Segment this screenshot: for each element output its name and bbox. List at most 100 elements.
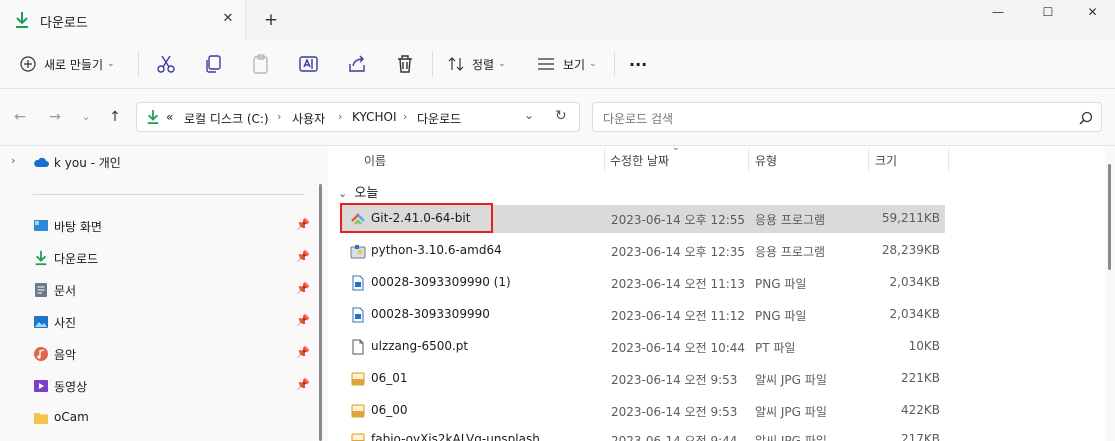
toolbar-divider (138, 52, 139, 76)
sidebar-item-label: k you - 개인 (54, 156, 121, 170)
file-type: 알씨 JPG 파일 (755, 373, 827, 387)
breadcrumb-user[interactable]: KYCHOI (352, 110, 397, 124)
delete-icon[interactable] (393, 52, 417, 76)
maximize-button[interactable]: ☐ (1025, 0, 1071, 26)
forward-arrow-icon[interactable]: → (45, 107, 65, 127)
recent-locations-chevron-icon[interactable]: ⌄ (76, 107, 96, 127)
group-label: 오늘 (354, 186, 379, 201)
breadcrumb-downloads[interactable]: 다운로드 (417, 110, 461, 127)
video-icon (34, 380, 48, 392)
jpg-file-icon (351, 433, 365, 441)
command-bar: 새로 만들기 ⌄ 정렬 ⌄ 보기 ⌄ ··· (0, 40, 1115, 89)
sidebar-item-label: 다운로드 (54, 252, 99, 266)
group-collapse-chevron-icon[interactable]: ⌄ (338, 187, 347, 200)
breadcrumb-separator[interactable]: › (338, 110, 342, 123)
sidebar-item-music[interactable]: 음악 📌 (0, 340, 318, 368)
file-row[interactable]: 00028-3093309990 2023-06-14 오전 11:12 PNG… (342, 301, 945, 329)
up-arrow-icon[interactable]: ↑ (105, 107, 125, 127)
sidebar-item-desktop[interactable]: 바탕 화면 📌 (0, 212, 318, 240)
cut-icon[interactable] (154, 52, 178, 76)
column-divider[interactable] (948, 148, 949, 172)
file-row[interactable]: 00028-3093309990 (1) 2023-06-14 오전 11:13… (342, 269, 945, 297)
sidebar-scrollbar-thumb[interactable] (319, 184, 322, 441)
sidebar-divider (33, 194, 304, 195)
file-list-scrollbar-thumb[interactable] (1108, 164, 1111, 270)
file-row[interactable]: 06_01 2023-06-14 오전 9:53 알씨 JPG 파일 221KB (342, 365, 945, 393)
column-header-name[interactable]: 이름 (364, 152, 386, 169)
expand-chevron-icon[interactable]: › (11, 154, 15, 167)
search-placeholder: 다운로드 검색 (603, 112, 674, 126)
breadcrumb-overflow[interactable]: « (166, 110, 173, 124)
chevron-down-icon: ⌄ (498, 59, 506, 69)
sidebar-item-label: 문서 (54, 284, 77, 298)
column-header-size[interactable]: 크기 (875, 152, 897, 169)
breadcrumb-local-disk[interactable]: 로컬 디스크 (C:) (184, 110, 269, 127)
new-button[interactable]: 새로 만들기 ⌄ (20, 48, 115, 80)
folder-icon (34, 413, 48, 424)
sidebar-item-label: 바탕 화면 (54, 220, 102, 234)
tab-downloads[interactable]: 다운로드 ✕ (0, 0, 246, 40)
breadcrumb-users[interactable]: 사용자 (292, 110, 325, 127)
download-icon (16, 12, 28, 28)
column-divider[interactable] (604, 148, 605, 172)
sidebar-item-ocam[interactable]: oCam (0, 404, 318, 432)
file-size: 10KB (908, 339, 940, 353)
pin-icon[interactable]: 📌 (296, 250, 310, 263)
file-size: 59,211KB (881, 211, 940, 225)
file-row[interactable]: ulzzang-6500.pt 2023-06-14 오전 10:44 PT 파… (342, 333, 945, 361)
search-box[interactable]: 다운로드 검색 (592, 102, 1102, 132)
file-name: fabio-ovXis2kALVg-unsplash (371, 432, 540, 441)
copy-icon[interactable] (201, 52, 225, 76)
file-date: 2023-06-14 오전 9:53 (611, 405, 738, 419)
group-header-today[interactable]: ⌄ 오늘 (338, 182, 378, 201)
document-icon (35, 283, 47, 297)
sidebar-item-downloads[interactable]: 다운로드 📌 (0, 244, 318, 272)
column-divider[interactable] (868, 148, 869, 172)
search-icon[interactable] (1079, 111, 1093, 125)
pin-icon[interactable]: 📌 (296, 346, 310, 359)
close-window-button[interactable]: ✕ (1070, 0, 1115, 26)
navigation-bar: ← → ⌄ ↑ « 로컬 디스크 (C:) › 사용자 › KYCHOI › 다… (0, 89, 1115, 146)
download-icon (147, 110, 159, 124)
sort-button[interactable]: 정렬 ⌄ (447, 48, 506, 80)
file-size: 2,034KB (889, 275, 940, 289)
sidebar-item-videos[interactable]: 동영상 📌 (0, 372, 318, 400)
file-row[interactable]: fabio-ovXis2kALVg-unsplash 2023-06-14 오전… (342, 426, 945, 441)
new-tab-button[interactable]: + (260, 9, 282, 31)
file-row[interactable]: python-3.10.6-amd64 2023-06-14 오후 12:35 … (342, 237, 945, 265)
sidebar-item-pictures[interactable]: 사진 📌 (0, 308, 318, 336)
sidebar-item-onedrive[interactable]: › k you - 개인 (0, 148, 318, 176)
breadcrumb-separator[interactable]: › (277, 110, 281, 123)
pin-icon[interactable]: 📌 (296, 378, 310, 391)
title-bar: 다운로드 ✕ + — ☐ ✕ (0, 0, 1115, 40)
music-icon (34, 347, 48, 361)
pin-icon[interactable]: 📌 (296, 282, 310, 295)
address-dropdown-chevron-icon[interactable]: ⌄ (524, 108, 534, 122)
refresh-icon[interactable]: ↻ (555, 108, 567, 124)
column-header-type[interactable]: 유형 (755, 152, 777, 169)
pin-icon[interactable]: 📌 (296, 218, 310, 231)
column-header-date[interactable]: 수정한 날짜 (610, 152, 669, 169)
file-row[interactable]: 06_00 2023-06-14 오전 9:53 알씨 JPG 파일 422KB (342, 397, 945, 425)
breadcrumb-separator[interactable]: › (403, 110, 407, 123)
file-size: 217KB (900, 432, 940, 441)
file-date: 2023-06-14 오후 12:35 (611, 245, 746, 259)
rename-icon[interactable] (297, 52, 321, 76)
share-icon[interactable] (345, 52, 369, 76)
paste-icon[interactable] (249, 52, 273, 76)
sidebar-item-documents[interactable]: 문서 📌 (0, 276, 318, 304)
png-file-icon (352, 275, 364, 291)
file-date: 2023-06-14 오전 9:53 (611, 373, 738, 387)
toolbar-divider (614, 52, 615, 76)
view-button[interactable]: 보기 ⌄ (537, 48, 597, 80)
back-arrow-icon[interactable]: ← (10, 107, 30, 127)
address-bar[interactable]: « 로컬 디스크 (C:) › 사용자 › KYCHOI › 다운로드 ⌄ ↻ (136, 102, 580, 132)
file-name: 06_01 (371, 371, 408, 385)
more-options-button[interactable]: ··· (629, 48, 647, 80)
sidebar-item-label: oCam (54, 410, 89, 424)
pin-icon[interactable]: 📌 (296, 314, 310, 327)
column-divider[interactable] (748, 148, 749, 172)
tab-close-icon[interactable]: ✕ (218, 9, 238, 29)
minimize-button[interactable]: — (975, 0, 1021, 26)
file-type: PNG 파일 (755, 309, 807, 323)
